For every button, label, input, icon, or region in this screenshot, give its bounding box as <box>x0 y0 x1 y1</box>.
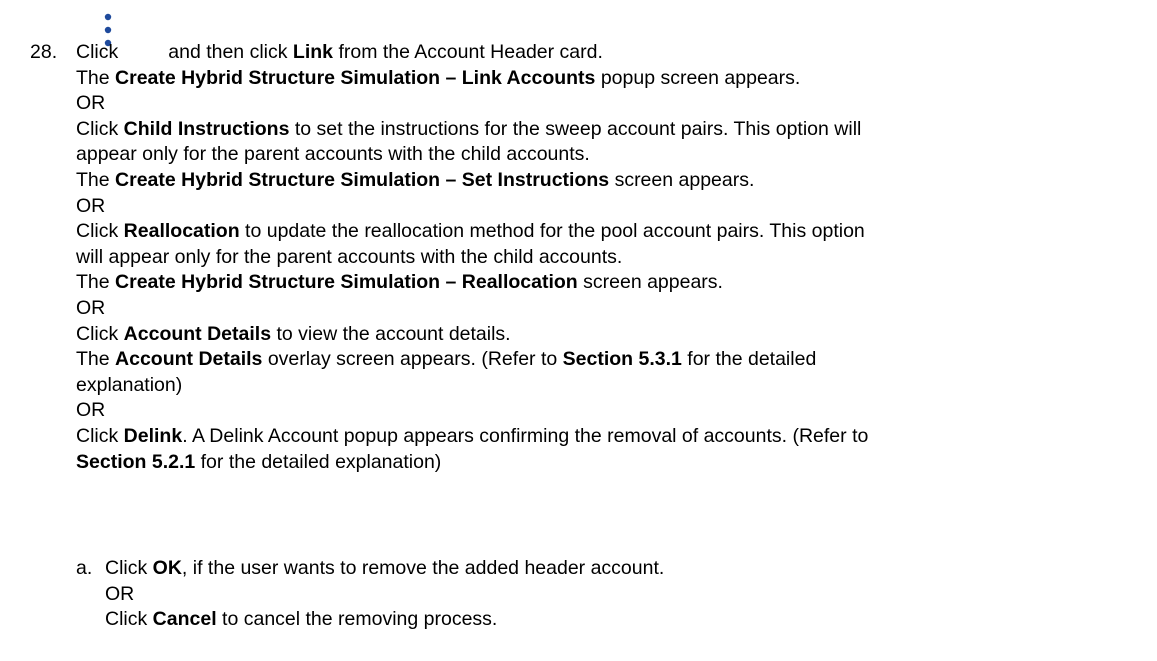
text: Click <box>76 322 119 345</box>
step-line: Click Delink. A Delink Account popup app… <box>76 424 1146 450</box>
step-line: appear only for the parent accounts with… <box>76 143 590 166</box>
ok-action-label: OK <box>152 557 182 579</box>
option-name: Delink <box>123 424 183 447</box>
step-line: The Create Hybrid Structure Simulation –… <box>76 168 1146 194</box>
text: for the detailed <box>687 348 817 371</box>
substep-line: Click Cancel to cancel the removing proc… <box>105 607 1145 633</box>
text: . A Delink Account popup appears confirm… <box>182 424 869 447</box>
step-line: will appear only for the parent accounts… <box>76 245 623 268</box>
substep-line: Click OK, if the user wants to remove th… <box>105 556 1145 582</box>
or-separator: OR <box>76 92 106 115</box>
text: screen appears. <box>614 168 755 191</box>
text: , if the user wants to remove the added … <box>181 557 665 579</box>
option-name: Child Instructions <box>123 117 290 140</box>
step-line: Click and then click Link from the Accoun… <box>76 40 1146 66</box>
text: Click <box>76 424 119 447</box>
text: Click <box>76 117 119 140</box>
step-line: The Account Details overlay screen appea… <box>76 347 1146 373</box>
text: and then click <box>168 41 288 63</box>
step-line: The Create Hybrid Structure Simulation –… <box>76 66 1146 92</box>
section-reference: Section 5.2.1 <box>76 450 196 473</box>
text: for the detailed explanation) <box>200 450 442 473</box>
step-number: 28. <box>30 41 58 63</box>
or-separator: OR <box>76 296 106 319</box>
cancel-action-label: Cancel <box>152 608 217 631</box>
text: The <box>76 168 110 191</box>
text: Click <box>76 220 119 243</box>
text: The <box>76 271 110 294</box>
text: popup screen appears. <box>600 66 801 89</box>
screen-name: Account Details <box>115 348 263 371</box>
step-line: Click Account Details to view the accoun… <box>76 322 1146 348</box>
text: The <box>76 66 110 89</box>
text: to cancel the removing process. <box>222 608 498 631</box>
link-action-label: Link <box>292 41 334 63</box>
screen-name: Create Hybrid Structure Simulation – Set… <box>115 168 610 191</box>
step-line: The Create Hybrid Structure Simulation –… <box>76 270 1146 296</box>
screen-name: Create Hybrid Structure Simulation – Lin… <box>115 66 596 89</box>
screen-name: Create Hybrid Structure Simulation – Rea… <box>115 271 578 294</box>
option-name: Account Details <box>123 322 272 345</box>
or-separator: OR <box>105 582 135 605</box>
text: to update the reallocation method for th… <box>245 220 865 243</box>
step-line: Click Child Instructions to set the inst… <box>76 117 1146 143</box>
or-separator: OR <box>76 399 106 422</box>
substep-body: Click OK, if the user wants to remove th… <box>105 556 1145 633</box>
text: screen appears. <box>583 271 723 294</box>
or-separator: OR <box>76 194 106 217</box>
section-reference: Section 5.3.1 <box>562 348 682 371</box>
text: to set the instructions for the sweep ac… <box>294 117 862 140</box>
step-line: explanation) <box>76 373 183 396</box>
text: overlay screen appears. (Refer to <box>267 348 558 371</box>
step-line: Click Reallocation to update the realloc… <box>76 219 1146 245</box>
text: Click <box>105 608 148 631</box>
document-page: 28. Click and then click Link from the Ac… <box>0 0 1157 661</box>
step-body: Click and then click Link from the Accoun… <box>76 2 1146 475</box>
text: Click <box>105 557 148 579</box>
substep-label: a. <box>76 557 93 579</box>
text: The <box>76 348 110 371</box>
text: Click <box>76 41 119 63</box>
text: to view the account details. <box>276 322 511 345</box>
text: from the Account Header card. <box>338 41 603 63</box>
step-line: Section 5.2.1 for the detailed explanati… <box>76 450 1146 476</box>
option-name: Reallocation <box>123 220 240 243</box>
